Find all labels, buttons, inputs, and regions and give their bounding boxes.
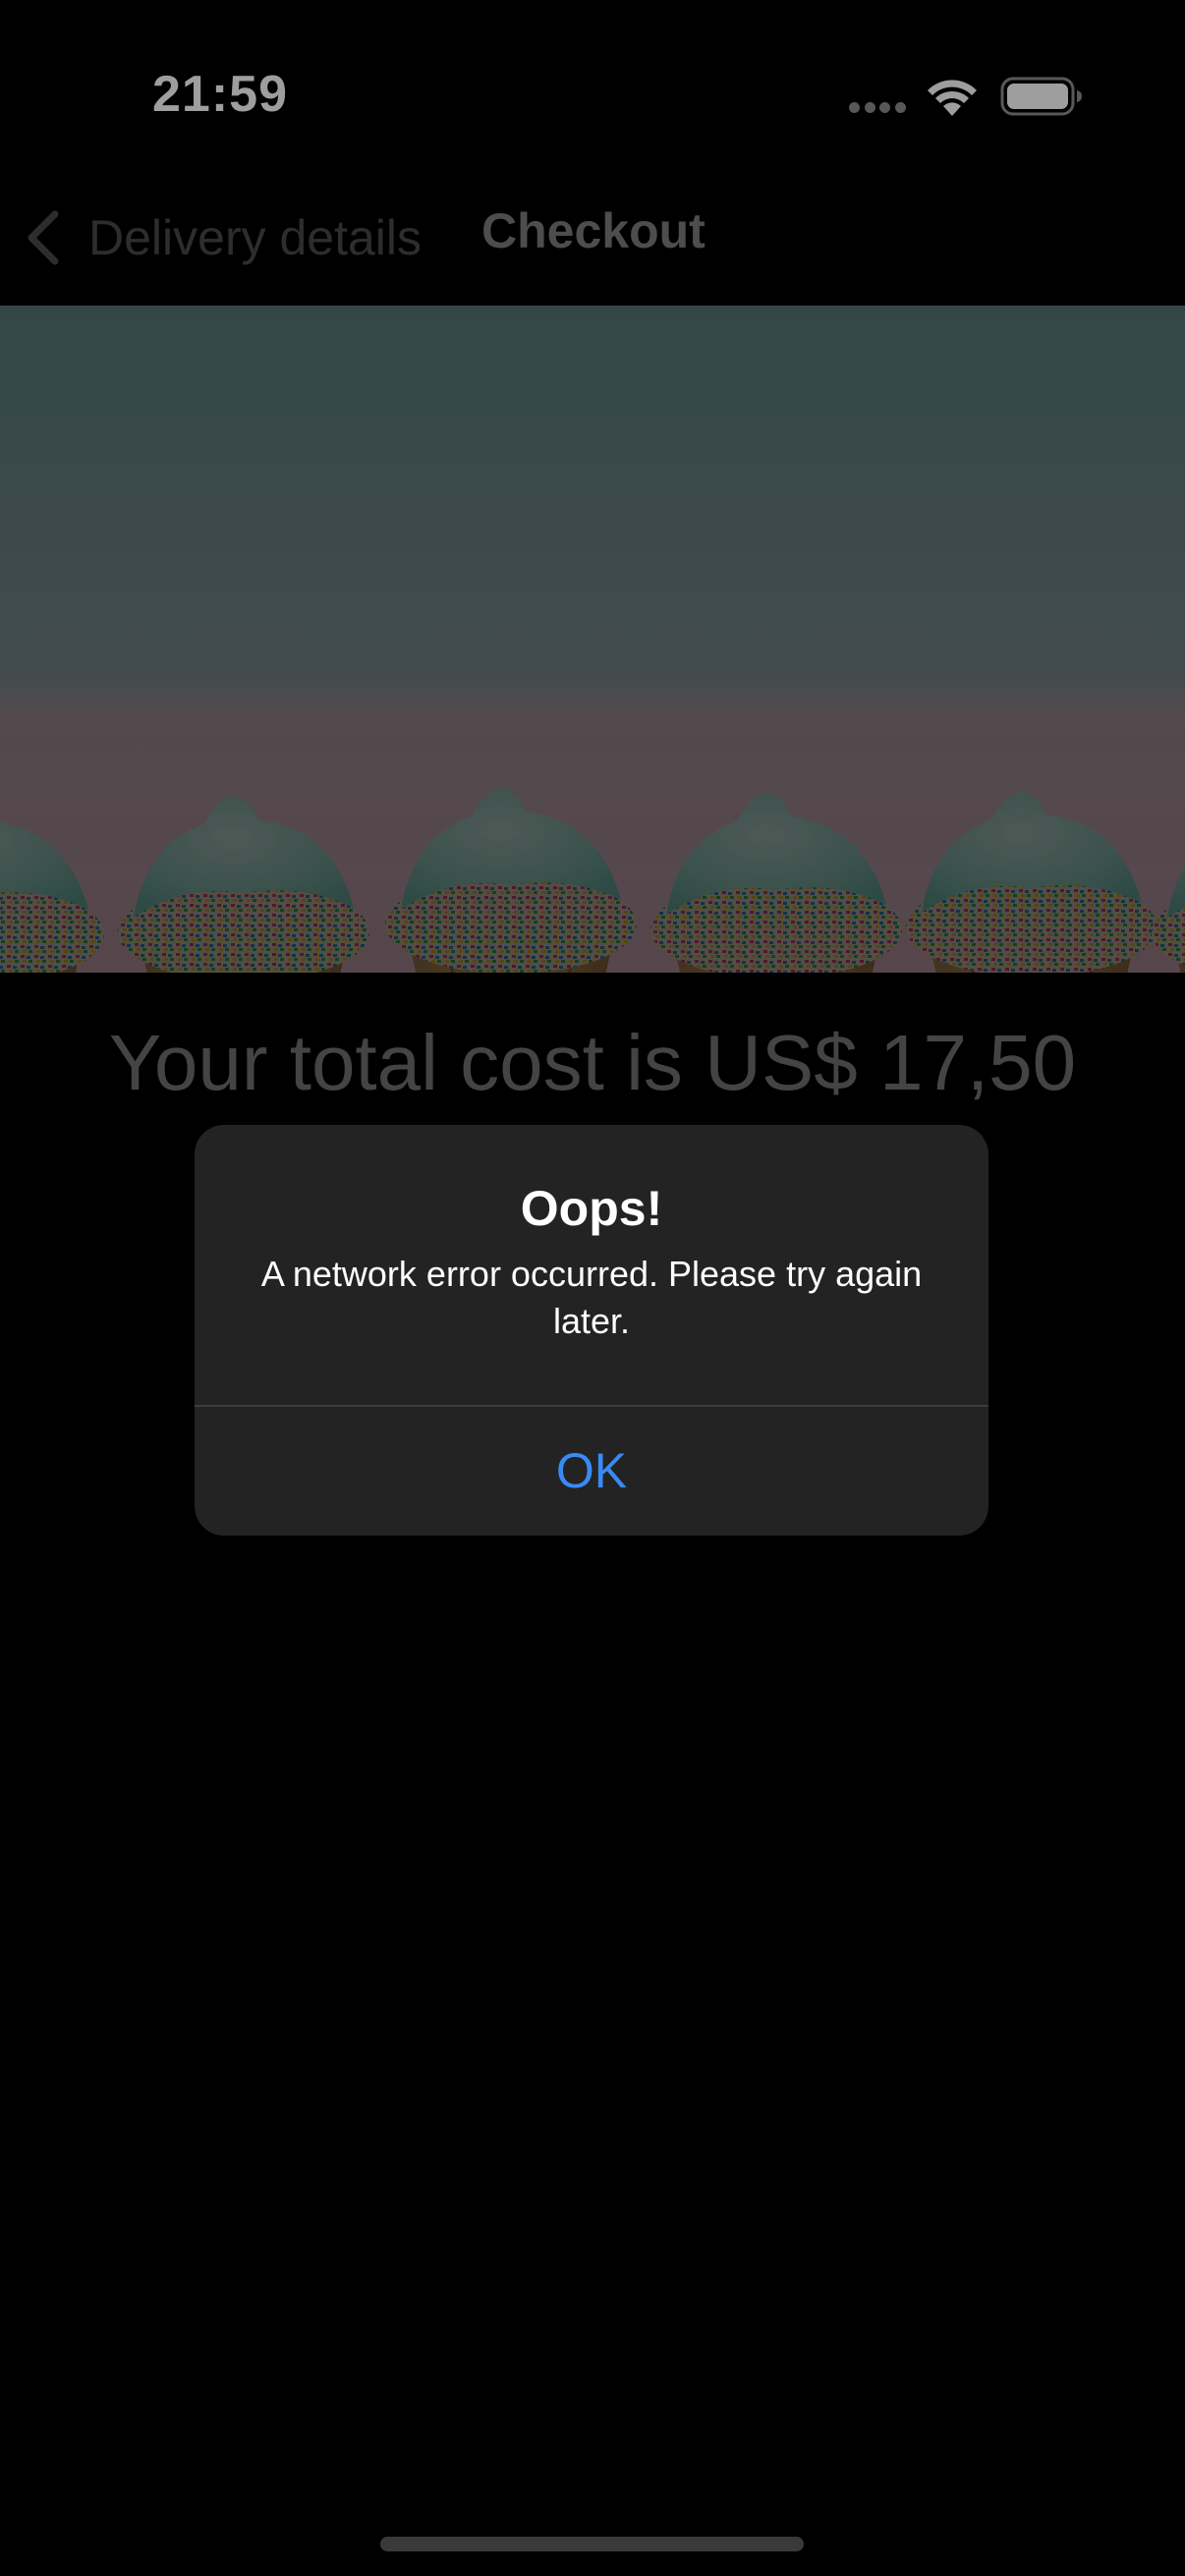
alert-title: Oops! <box>520 1181 663 1236</box>
error-alert-dialog: Oops! A network error occurred. Please t… <box>195 1125 988 1536</box>
alert-message: A network error occurred. Please try aga… <box>260 1254 923 1341</box>
checkout-screen: 21:59 Delivery details Checkout Your tot… <box>0 0 1185 2576</box>
ok-button[interactable]: OK <box>195 1407 988 1536</box>
home-indicator[interactable] <box>380 2537 804 2551</box>
